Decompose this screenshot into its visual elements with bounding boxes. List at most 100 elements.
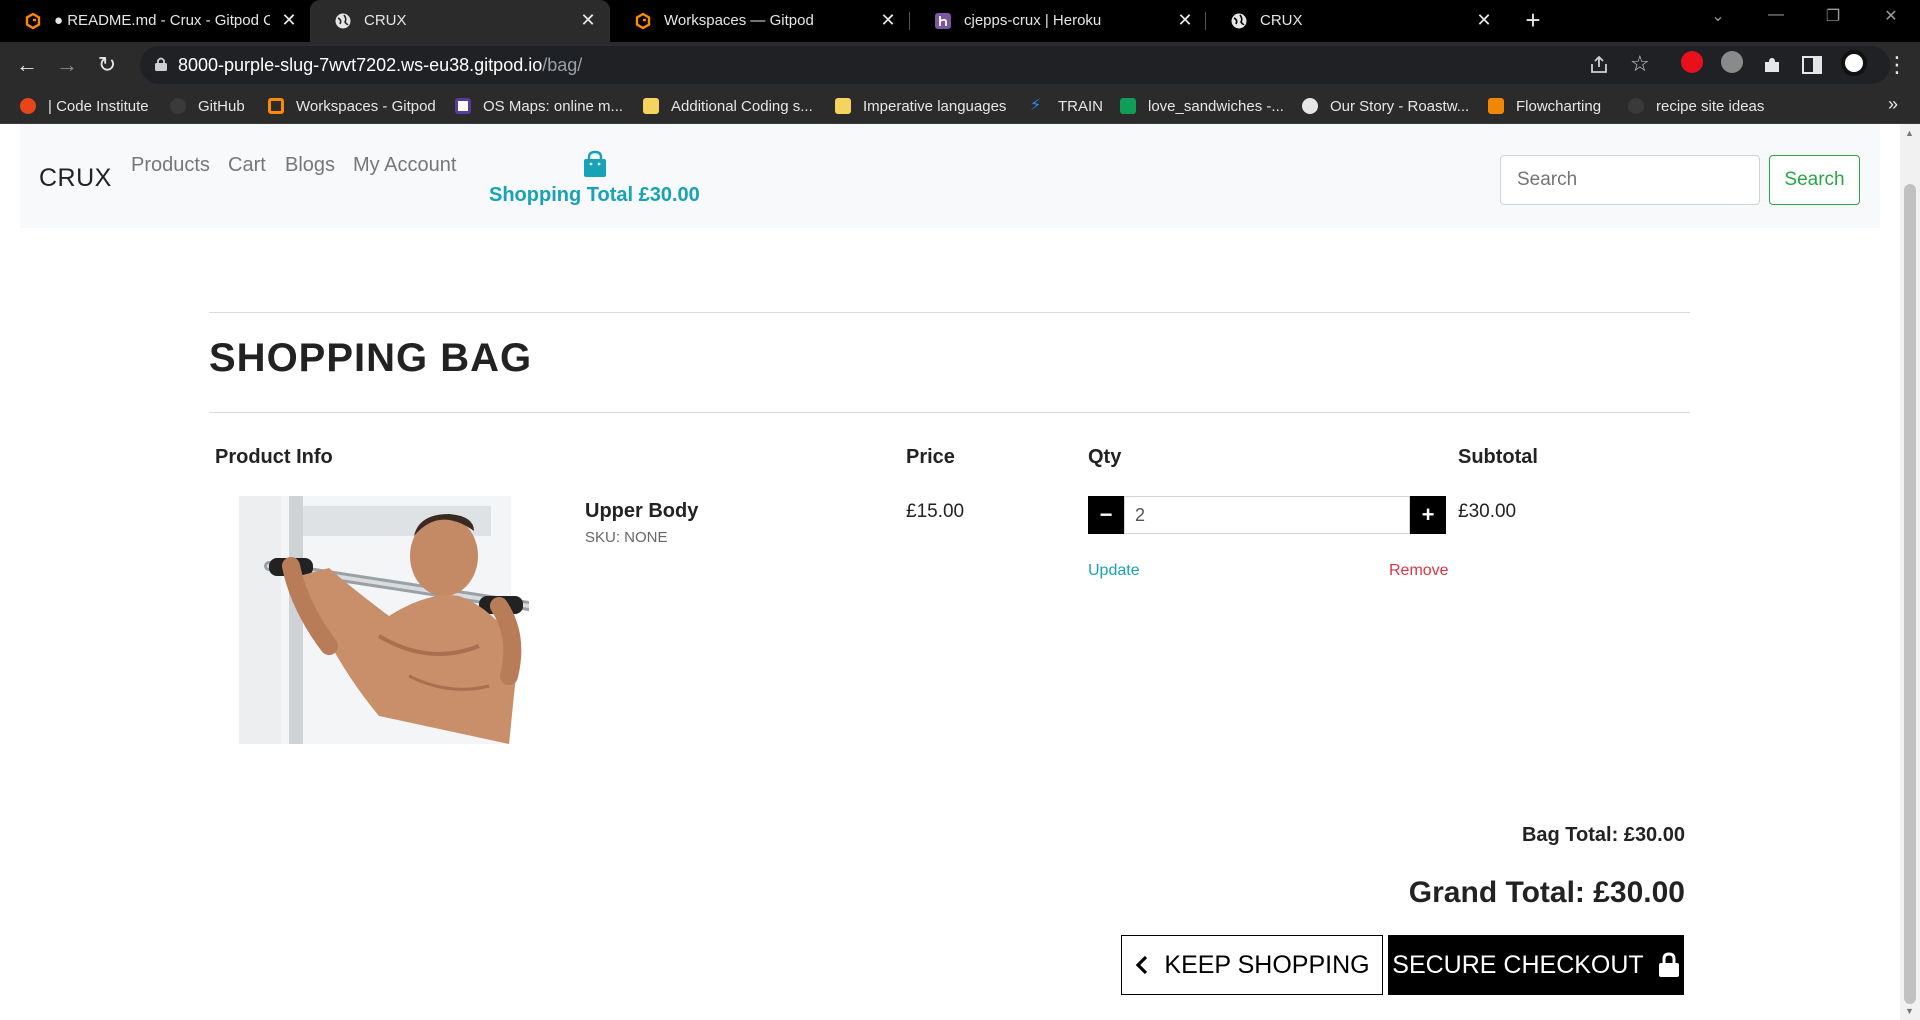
site-navbar: CRUX Products Cart Blogs My Account Shop… — [20, 124, 1880, 228]
nav-products[interactable]: Products — [131, 154, 210, 177]
search-input[interactable] — [1500, 155, 1760, 205]
product-sku: SKU: NONE — [585, 529, 668, 546]
quantity-input[interactable] — [1124, 496, 1410, 534]
close-icon[interactable]: ✕ — [878, 10, 898, 30]
page-title: SHOPPING BAG — [209, 336, 533, 380]
browser-tab-bar: ● README.md - Crux - Gitpod Co ✕ CRUX ✕ … — [0, 0, 1920, 42]
lock-icon — [1658, 952, 1679, 977]
reload-icon[interactable]: ↻ — [94, 52, 120, 78]
header-subtotal: Subtotal — [1458, 446, 1538, 468]
sheets-icon — [1120, 98, 1136, 114]
github-icon — [170, 98, 186, 114]
gitpod-icon — [268, 98, 284, 114]
profile-avatar-icon[interactable] — [1841, 50, 1867, 76]
bookmark-imperative-languages[interactable]: Imperative languages — [835, 96, 1006, 116]
brand-logo[interactable]: CRUX — [39, 164, 112, 193]
divider — [209, 412, 1690, 413]
product-price: £15.00 — [906, 501, 965, 522]
search-button[interactable]: Search — [1769, 155, 1860, 205]
update-link[interactable]: Update — [1088, 562, 1140, 580]
menu-kebab-icon[interactable]: ⋮ — [1886, 52, 1908, 78]
secure-checkout-label: SECURE CHECKOUT — [1392, 950, 1644, 979]
bookmark-label: Additional Coding s... — [671, 97, 813, 115]
increment-qty-button[interactable]: + — [1410, 496, 1446, 534]
bookmarks-overflow-icon[interactable]: » — [1888, 94, 1898, 115]
tab-search-icon[interactable]: ⌄ — [1703, 6, 1733, 26]
code-institute-icon — [20, 98, 36, 114]
close-icon[interactable]: ✕ — [578, 10, 598, 30]
lock-icon — [155, 57, 167, 71]
flowchart-icon — [1488, 98, 1504, 114]
minimize-icon[interactable]: — — [1761, 6, 1791, 24]
grand-total: Grand Total: £30.00 — [1408, 876, 1685, 909]
bookmark-label: recipe site ideas — [1656, 97, 1765, 115]
bookmark-label: | Code Institute — [48, 97, 149, 115]
close-icon[interactable]: ✕ — [279, 10, 299, 30]
url-bar[interactable]: 8000-purple-slug-7wvt7202.ws-eu38.gitpod… — [140, 46, 1890, 84]
url-path: /bag/ — [542, 55, 583, 75]
secure-checkout-button[interactable]: SECURE CHECKOUT — [1388, 935, 1684, 995]
page-viewport: CRUX Products Cart Blogs My Account Shop… — [0, 124, 1920, 1020]
train-icon: ⚡ — [1030, 97, 1042, 114]
close-icon[interactable]: ✕ — [1474, 10, 1494, 30]
folder-icon — [835, 98, 851, 114]
star-icon[interactable]: ☆ — [1630, 51, 1650, 77]
url-host: 8000-purple-slug-7wvt7202.ws-eu38.gitpod… — [178, 55, 543, 75]
item-subtotal: £30.00 — [1458, 501, 1517, 522]
heroku-icon — [935, 13, 951, 29]
remove-link[interactable]: Remove — [1389, 562, 1449, 580]
scrollbar-thumb[interactable] — [1904, 184, 1916, 1004]
bookmark-github[interactable]: GitHub — [170, 96, 245, 116]
bookmark-code-institute[interactable]: | Code Institute — [20, 96, 149, 116]
gitpod-icon — [25, 12, 41, 30]
tab-crux-active[interactable]: CRUX ✕ — [310, 0, 610, 42]
shopping-bag-icon[interactable] — [581, 150, 609, 178]
adblock-extension-icon[interactable] — [1681, 51, 1703, 73]
tab-workspaces[interactable]: Workspaces — Gitpod ✕ — [610, 0, 910, 42]
bookmark-label: love_sandwiches -... — [1148, 97, 1284, 115]
bookmark-train[interactable]: ⚡ TRAIN — [1030, 96, 1103, 116]
bookmark-label: GitHub — [198, 97, 245, 115]
tab-title: Workspaces — Gitpod — [664, 12, 814, 29]
back-icon[interactable]: ← — [14, 52, 40, 78]
extensions-puzzle-icon[interactable] — [1761, 54, 1783, 76]
decrement-qty-button[interactable]: − — [1088, 496, 1124, 534]
forward-icon[interactable]: → — [54, 52, 80, 78]
bookmark-additional-coding[interactable]: Additional Coding s... — [643, 96, 813, 116]
tab-crux[interactable]: CRUX ✕ — [1206, 0, 1506, 42]
url-text: 8000-purple-slug-7wvt7202.ws-eu38.gitpod… — [178, 55, 582, 76]
scroll-up-icon[interactable]: ▲ — [1905, 128, 1914, 138]
close-icon[interactable]: ✕ — [1175, 10, 1195, 30]
tab-readme[interactable]: ● README.md - Crux - Gitpod Co ✕ — [0, 0, 310, 42]
header-product-info: Product Info — [215, 446, 333, 468]
header-price: Price — [906, 446, 955, 468]
shopping-total[interactable]: Shopping Total £30.00 — [489, 184, 700, 207]
folder-icon — [643, 98, 659, 114]
keep-shopping-button[interactable]: KEEP SHOPPING — [1121, 935, 1383, 995]
s-extension-icon[interactable] — [1721, 51, 1743, 73]
bookmark-label: TRAIN — [1058, 97, 1103, 115]
chevron-left-icon — [1136, 955, 1148, 975]
tab-heroku[interactable]: cjepps-crux | Heroku ✕ — [910, 0, 1206, 42]
tab-title: CRUX — [364, 12, 407, 29]
side-panel-icon[interactable] — [1801, 54, 1823, 76]
share-icon[interactable] — [1588, 54, 1610, 76]
close-window-icon[interactable]: ✕ — [1876, 6, 1906, 26]
bookmark-recipe-site-ideas[interactable]: recipe site ideas — [1628, 96, 1764, 116]
page-scrollbar[interactable]: ▲ ▼ — [1900, 124, 1920, 1020]
bookmark-love-sandwiches[interactable]: love_sandwiches -... — [1120, 96, 1284, 116]
tab-title: CRUX — [1260, 12, 1303, 29]
scroll-down-icon[interactable]: ▼ — [1905, 1006, 1914, 1016]
new-tab-button[interactable]: + — [1520, 7, 1546, 34]
nav-blogs[interactable]: Blogs — [285, 154, 335, 177]
nav-cart[interactable]: Cart — [228, 154, 266, 177]
nav-my-account[interactable]: My Account — [353, 154, 456, 177]
globe-icon — [1231, 13, 1247, 29]
bookmark-workspaces-gitpod[interactable]: Workspaces - Gitpod — [268, 96, 436, 116]
bookmark-os-maps[interactable]: OS Maps: online m... — [455, 96, 623, 116]
bookmark-label: Imperative languages — [863, 97, 1007, 115]
bookmark-flowcharting[interactable]: Flowcharting — [1488, 96, 1601, 116]
bookmark-our-story[interactable]: Our Story - Roastw... — [1302, 96, 1469, 116]
header-qty: Qty — [1088, 446, 1122, 468]
restore-icon[interactable]: ❐ — [1818, 6, 1848, 26]
